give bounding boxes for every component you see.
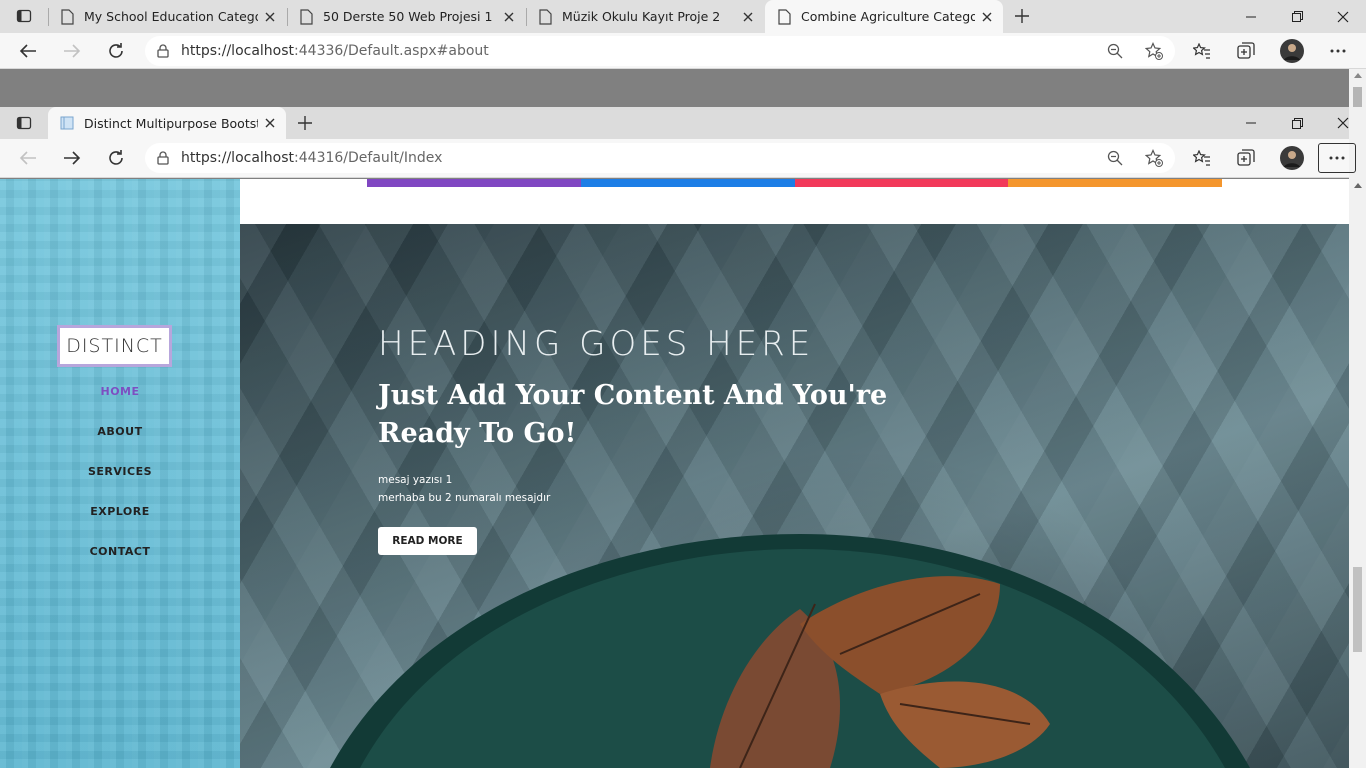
url-path: :44336/Default.aspx#about <box>294 43 489 59</box>
page-scrollbar[interactable] <box>1349 179 1366 768</box>
close-tab-icon[interactable] <box>258 5 282 29</box>
stripe-red <box>794 179 1009 187</box>
outer-address-bar[interactable]: https://localhost:44336/Default.aspx#abo… <box>145 36 1175 66</box>
color-stripe <box>367 179 1222 187</box>
hero-subheading: Just Add Your Content And You're Ready T… <box>378 380 888 449</box>
profile-avatar[interactable] <box>1276 143 1308 173</box>
collections-icon[interactable] <box>1230 36 1262 66</box>
favorites-icon[interactable] <box>1186 143 1218 173</box>
page-icon <box>777 8 791 25</box>
page-icon <box>60 8 74 25</box>
inner-toolbar: https://localhost:44316/Default/Index <box>0 139 1356 178</box>
hero-section: HEADING GOES HERE Just Add Your Content … <box>240 224 1349 768</box>
more-options-icon[interactable] <box>1318 143 1356 173</box>
forward-icon[interactable] <box>56 36 88 66</box>
stripe-purple <box>367 179 581 187</box>
new-tab-icon[interactable] <box>289 108 321 138</box>
hero-heading: HEADING GOES HERE <box>378 324 815 364</box>
stripe-orange <box>1008 179 1222 187</box>
outer-toolbar: https://localhost:44336/Default.aspx#abo… <box>0 33 1366 69</box>
page-viewport: DISTINCT HOME ABOUT SERVICES EXPLORE CON… <box>0 179 1349 768</box>
nav-home[interactable]: HOME <box>0 385 240 398</box>
hero-message-2: merhaba bu 2 numaralı mesajdır <box>378 492 551 504</box>
inner-tab-active[interactable]: Distinct Multipurpose Bootstrap <box>48 107 286 139</box>
page-icon <box>299 8 313 25</box>
hero-message-1: mesaj yazısı 1 <box>378 474 453 486</box>
inner-tab-strip: Distinct Multipurpose Bootstrap <box>0 107 1349 139</box>
zoom-icon[interactable] <box>1107 150 1123 166</box>
url-host: https://localhost <box>181 43 295 59</box>
sidebar: DISTINCT HOME ABOUT SERVICES EXPLORE CON… <box>0 179 240 768</box>
url-path: :44316/Default/Index <box>294 150 443 166</box>
tab-title: 50 Derste 50 Web Projesi 1 Okul <box>323 9 497 24</box>
collections-icon[interactable] <box>1230 143 1262 173</box>
tab-actions-icon[interactable] <box>8 1 40 31</box>
close-tab-icon[interactable] <box>497 5 521 29</box>
close-window-icon[interactable] <box>1320 107 1366 139</box>
tab-title: Müzik Okulu Kayıt Proje 2 <box>562 9 721 24</box>
nav-contact[interactable]: CONTACT <box>0 545 240 558</box>
outer-tab-4-active[interactable]: Combine Agriculture Category B <box>765 0 1003 33</box>
tab-actions-icon[interactable] <box>8 108 40 138</box>
outer-tab-strip: My School Education Category B 50 Derste… <box>0 0 1366 33</box>
read-more-button[interactable]: READ MORE <box>378 527 477 555</box>
favorites-icon[interactable] <box>1186 36 1218 66</box>
close-tab-icon[interactable] <box>258 111 282 135</box>
back-icon[interactable] <box>12 36 44 66</box>
tab-title: My School Education Category B <box>84 9 258 24</box>
inner-address-bar[interactable]: https://localhost:44316/Default/Index <box>145 143 1175 173</box>
outer-tab-2[interactable]: 50 Derste 50 Web Projesi 1 Okul <box>287 0 525 33</box>
tab-title: Combine Agriculture Category B <box>801 9 975 24</box>
new-tab-icon[interactable] <box>1006 1 1038 31</box>
refresh-icon[interactable] <box>100 36 132 66</box>
restore-icon[interactable] <box>1274 107 1320 139</box>
close-tab-icon[interactable] <box>736 5 760 29</box>
more-options-icon[interactable] <box>1322 36 1354 66</box>
outer-tab-3[interactable]: Müzik Okulu Kayıt Proje 2 <box>526 0 764 33</box>
nav-about[interactable]: ABOUT <box>0 425 240 438</box>
refresh-icon[interactable] <box>100 143 132 173</box>
zoom-icon[interactable] <box>1107 43 1123 59</box>
back-icon[interactable] <box>12 143 44 173</box>
close-window-icon[interactable] <box>1320 0 1366 33</box>
outer-tab-1[interactable]: My School Education Category B <box>48 0 286 33</box>
site-logo[interactable]: DISTINCT <box>57 325 172 367</box>
lock-icon <box>157 151 169 165</box>
tab-title: Distinct Multipurpose Bootstrap <box>84 115 258 131</box>
forward-icon[interactable] <box>56 143 88 173</box>
minimize-icon[interactable] <box>1228 107 1274 139</box>
url-host: https://localhost <box>181 150 295 166</box>
page-icon <box>538 8 552 25</box>
lock-icon <box>157 44 169 58</box>
minimize-icon[interactable] <box>1228 0 1274 33</box>
restore-icon[interactable] <box>1274 0 1320 33</box>
stripe-blue <box>580 179 795 187</box>
nav-explore[interactable]: EXPLORE <box>0 505 240 518</box>
nav-services[interactable]: SERVICES <box>0 465 240 478</box>
close-tab-icon[interactable] <box>975 5 999 29</box>
add-favorite-icon[interactable] <box>1145 149 1163 167</box>
site-favicon <box>60 115 74 131</box>
profile-avatar[interactable] <box>1276 36 1308 66</box>
add-favorite-icon[interactable] <box>1145 42 1163 60</box>
